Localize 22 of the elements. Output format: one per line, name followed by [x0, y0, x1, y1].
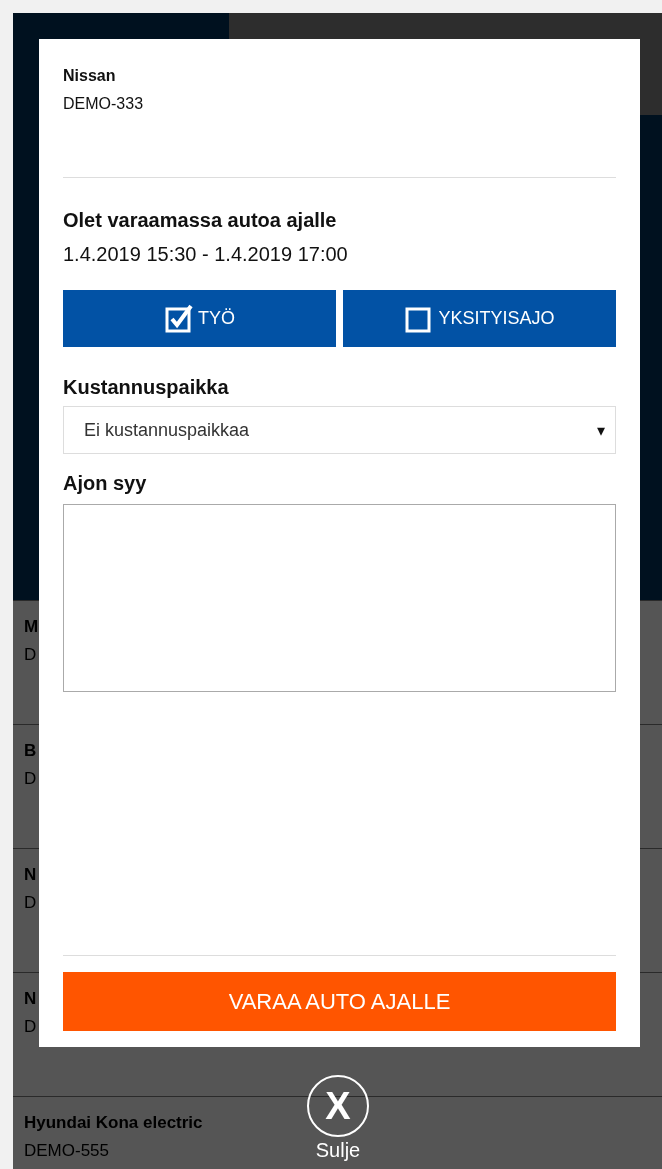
- field-label: Kustannuspaikka: [63, 375, 229, 400]
- reason-field[interactable]: [63, 504, 616, 692]
- car-name: N: [24, 864, 37, 886]
- car-name: B: [24, 740, 37, 762]
- car-name: N: [24, 988, 37, 1010]
- car-plate: D: [24, 1016, 37, 1038]
- trip-type-toggle[interactable]: YKSITYISAJO: [343, 290, 616, 347]
- car-plate: DEMO-333: [63, 94, 144, 114]
- trip-type-toggle[interactable]: TYÖ: [63, 290, 336, 347]
- car-name: Hyundai Kona electric: [24, 1112, 203, 1134]
- car-name: Nissan: [63, 66, 116, 86]
- cost-center-select[interactable]: Ei kustannuspaikkaa ▾: [63, 406, 616, 454]
- car-name: M: [24, 616, 39, 638]
- booking-heading: Olet varaamassa autoa ajalle: [63, 208, 337, 233]
- field-label: Ajon syy: [63, 471, 147, 496]
- car-plate: D: [24, 892, 37, 914]
- car-plate: D: [24, 768, 37, 790]
- close-label: Sulje: [315, 1139, 361, 1162]
- booking-period: 1.4.2019 15:30 - 1.4.2019 17:00: [63, 242, 348, 267]
- close-button[interactable]: X: [307, 1075, 369, 1137]
- car-plate: DEMO-555: [24, 1140, 110, 1162]
- car-plate: D: [24, 644, 37, 666]
